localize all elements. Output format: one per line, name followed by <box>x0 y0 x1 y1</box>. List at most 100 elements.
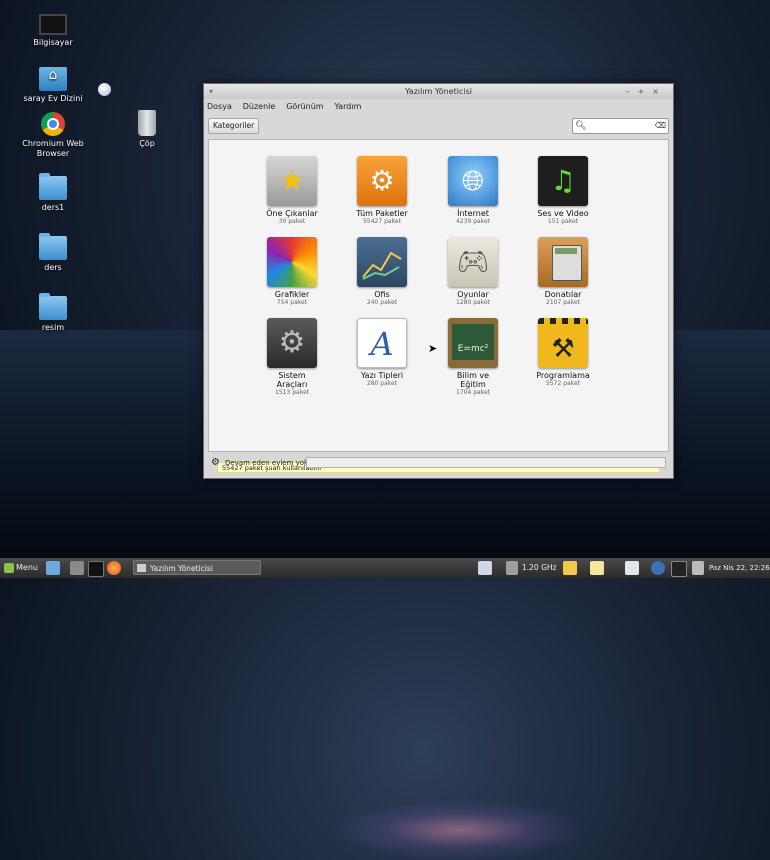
desktop-icon-ders[interactable]: ders <box>13 233 93 273</box>
taskbar-task-software-manager[interactable]: Yazılım Yöneticisi <box>133 560 261 575</box>
desktop-icon-computer[interactable]: Bilgisayar <box>13 14 93 48</box>
terminal-icon[interactable] <box>88 561 104 577</box>
category-name: Ses ve Video <box>537 209 589 218</box>
category-name: Programlama <box>536 371 590 380</box>
search-input[interactable]: 🔍︎ ⌫ <box>572 118 669 134</box>
desktop-icon-label: ders <box>44 263 62 272</box>
folder-icon[interactable] <box>563 561 577 575</box>
chart-icon <box>357 237 407 287</box>
category-count: 1280 paket <box>456 299 490 306</box>
software-manager-window: ▾ Yazılım Yöneticisi –+× Dosya Düzenle G… <box>203 83 674 479</box>
music-icon: ♫ <box>538 156 588 206</box>
category-sound-video[interactable]: ♫ Ses ve Video 151 paket <box>523 156 603 226</box>
desktop-icon-chromium[interactable]: Chromium Web Browser <box>13 112 93 159</box>
network-icon[interactable] <box>478 561 492 575</box>
gears-icon: ⚙ <box>357 156 407 206</box>
category-name: Öne Çıkanlar <box>266 209 318 218</box>
cpu-frequency: 1.20 GHz <box>522 563 557 572</box>
desktop-icon-trash[interactable]: Çöp <box>107 110 187 149</box>
bottom-statusbar: ⚙ Devam eden eylem yok <box>208 455 667 471</box>
category-accessories[interactable]: Donatılar 2107 paket <box>523 237 603 307</box>
category-count: 151 paket <box>547 218 579 225</box>
computer-icon <box>39 14 67 35</box>
star-icon: ★ <box>267 156 317 206</box>
network-manager-icon[interactable] <box>671 561 687 577</box>
start-menu-button[interactable]: Menu <box>2 558 38 578</box>
category-count: 4239 paket <box>456 218 490 225</box>
desktop-icon-label: ders1 <box>41 203 65 212</box>
clock[interactable]: Paz Nis 22, 22:26 <box>709 558 770 578</box>
menu-dosya[interactable]: Dosya <box>207 102 232 111</box>
home-folder-icon: ⌂ <box>39 67 67 91</box>
category-games[interactable]: 🎮︎ Oyunlar 1280 paket <box>433 237 513 307</box>
category-graphics[interactable]: Grafikler 754 paket <box>252 237 332 307</box>
category-name: Grafikler <box>274 290 310 299</box>
folder-icon <box>39 293 67 320</box>
desktop-icon-home[interactable]: ⌂ saray Ev Dizini <box>13 67 93 104</box>
category-name: İnternet <box>457 209 489 218</box>
category-programming[interactable]: ⚒ Programlama 5572 paket <box>523 318 603 388</box>
trash-icon <box>138 110 156 136</box>
clear-search-icon[interactable]: ⌫ <box>655 119 666 133</box>
category-office[interactable]: Ofis 240 paket <box>342 237 422 307</box>
category-name: Sistem Araçları <box>276 371 308 389</box>
category-name: Bilim ve Eğitim <box>456 371 490 389</box>
show-desktop-icon[interactable] <box>46 561 60 575</box>
category-system-tools[interactable]: ⚙ Sistem Araçları 1513 paket <box>252 318 332 397</box>
category-name: Yazı Tipleri <box>360 371 404 380</box>
info-icon[interactable] <box>651 561 665 575</box>
gear-icon: ⚙ <box>211 457 220 468</box>
menu-duzenle[interactable]: Düzenle <box>243 102 276 111</box>
category-count: 754 paket <box>276 299 308 306</box>
desktop-icon-ders1[interactable]: ders1 <box>13 173 93 213</box>
volume-icon[interactable] <box>692 561 704 575</box>
folder-icon <box>39 233 67 260</box>
category-count: 240 paket <box>366 299 398 306</box>
construction-icon: ⚒ <box>538 318 588 368</box>
chromium-icon <box>41 112 65 136</box>
close-button[interactable]: × <box>652 87 667 96</box>
color-wheel-icon <box>267 237 317 287</box>
toolbar: Kategoriler 🔍︎ ⌫ <box>204 115 673 137</box>
maximize-button[interactable]: + <box>638 87 653 96</box>
mail-icon[interactable] <box>590 561 604 575</box>
window-title: Yazılım Yöneticisi <box>405 87 472 96</box>
categories-button[interactable]: Kategoriler <box>208 118 260 134</box>
system-gears-icon: ⚙ <box>267 318 317 368</box>
desktop-icon-resim[interactable]: resim <box>13 293 93 333</box>
bottom-status-label: Devam eden eylem yok <box>225 459 309 467</box>
search-icon[interactable] <box>625 561 639 575</box>
category-featured[interactable]: ★ Öne Çıkanlar 30 paket <box>252 156 332 226</box>
mouse-cursor-icon: ➤ <box>428 342 438 355</box>
category-name: Tüm Paketler <box>356 209 408 218</box>
category-count: 2107 paket <box>546 299 580 306</box>
categories-panel: ★ Öne Çıkanlar 30 paket ⚙ Tüm Paketler 5… <box>208 139 669 473</box>
menu-yardim[interactable]: Yardım <box>334 102 361 111</box>
sea-reflection <box>330 800 590 860</box>
file-manager-icon[interactable] <box>70 561 84 575</box>
category-name: Ofis <box>374 290 390 299</box>
category-fonts[interactable]: A Yazı Tipleri 280 paket <box>342 318 422 388</box>
window-menu-icon[interactable]: ▾ <box>209 84 213 99</box>
calculator-icon <box>538 237 588 287</box>
minimize-button[interactable]: – <box>626 87 638 96</box>
window-titlebar[interactable]: ▾ Yazılım Yöneticisi –+× <box>204 84 673 99</box>
desktop-icon-label: Chromium Web Browser <box>22 139 84 158</box>
category-count: 30 paket <box>278 218 306 225</box>
category-all-packages[interactable]: ⚙ Tüm Paketler 55427 paket <box>342 156 422 226</box>
gamepad-icon: 🎮︎ <box>448 237 498 287</box>
category-name: Donatılar <box>544 290 582 299</box>
desktop-icon-label: Bilgisayar <box>33 38 73 47</box>
desktop-icon-label: saray Ev Dizini <box>23 94 83 103</box>
category-count: 1513 paket <box>275 389 309 396</box>
category-count: 1704 paket <box>456 389 490 396</box>
firefox-icon[interactable] <box>107 561 121 575</box>
category-science-education[interactable]: E=mc² Bilim ve Eğitim 1704 paket <box>433 318 513 397</box>
category-name: Oyunlar <box>457 290 489 299</box>
taskbar-panel: Menu Yazılım Yöneticisi 1.20 GHz Paz Nis… <box>0 558 770 578</box>
desktop-icon-label: resim <box>41 323 65 332</box>
progress-bar <box>306 457 666 468</box>
chalkboard-icon: E=mc² <box>448 318 498 368</box>
menu-gorunum[interactable]: Görünüm <box>286 102 323 111</box>
category-internet[interactable]: 🌐︎ İnternet 4239 paket <box>433 156 513 226</box>
